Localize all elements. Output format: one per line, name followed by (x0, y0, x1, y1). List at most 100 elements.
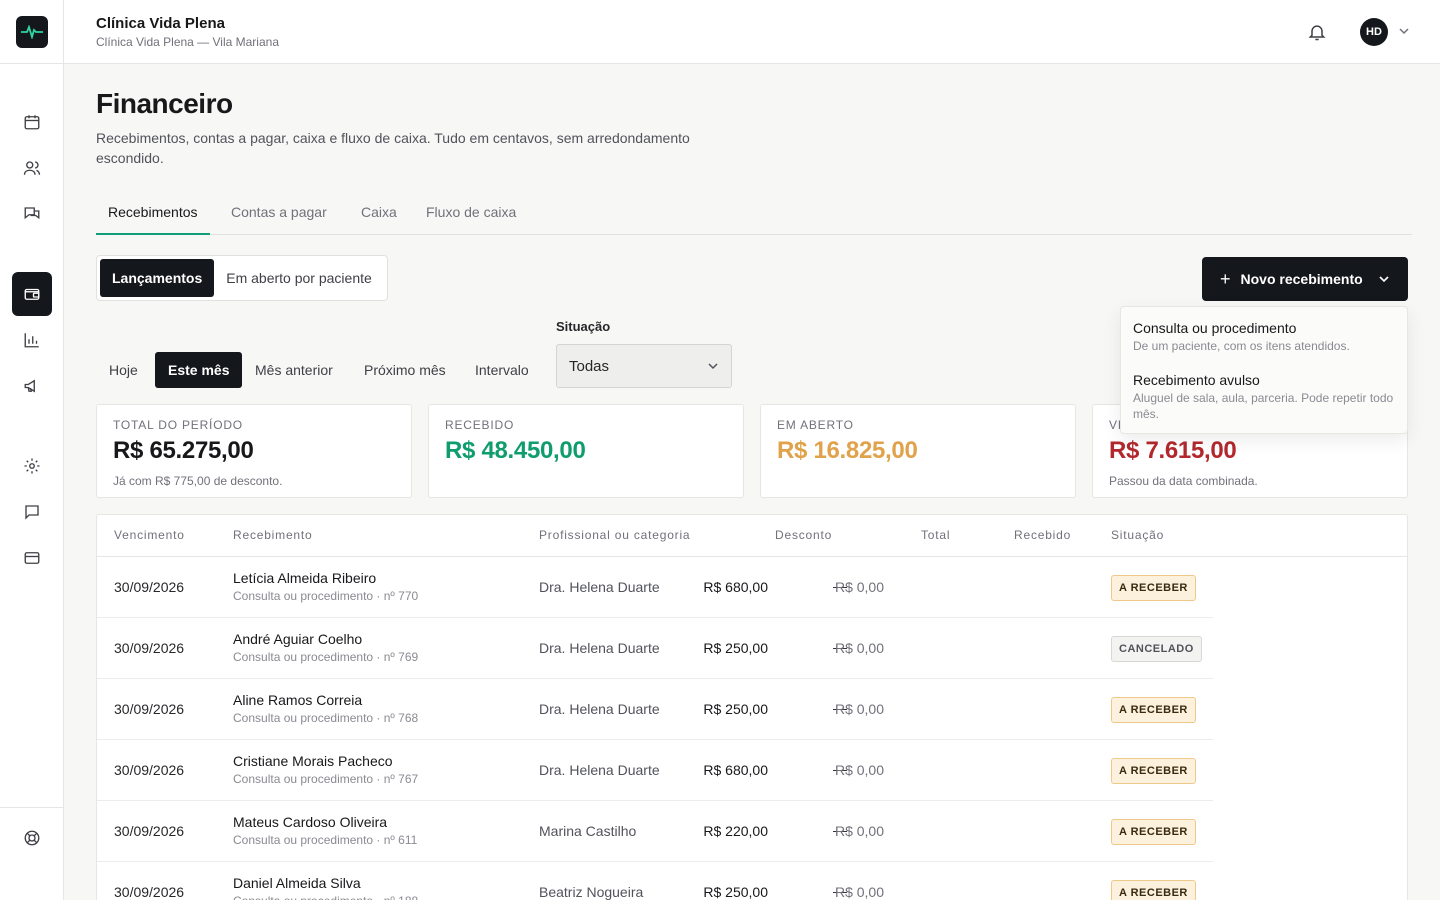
due-date: 30/09/2026 (114, 884, 185, 900)
card-note: Já com R$ 775,00 de desconto. (113, 474, 283, 488)
receipt-description: Consulta ou procedimento · nº 188 (233, 894, 418, 900)
user-avatar[interactable]: HD (1360, 18, 1388, 46)
plus-icon: + (1220, 268, 1231, 289)
finance-tabs: Recebimentos Contas a pagar Caixa Fluxo … (96, 190, 1412, 235)
new-receipt-menu: Consulta ou procedimento De um paciente,… (1120, 306, 1408, 434)
message-icon[interactable] (12, 492, 52, 532)
patient-name[interactable]: Daniel Almeida Silva (233, 875, 361, 891)
menu-item-title: Consulta ou procedimento (1133, 320, 1297, 336)
receipt-description: Consulta ou procedimento · nº 769 (233, 650, 419, 664)
column-header[interactable]: Situação (1111, 515, 1164, 556)
card-icon[interactable] (12, 538, 52, 578)
tab-caixa[interactable]: Caixa (349, 190, 409, 235)
status-badge: A RECEBER (1111, 697, 1196, 723)
tab-fluxo-de-caixa[interactable]: Fluxo de caixa (414, 190, 528, 235)
situacao-value: Todas (569, 357, 610, 375)
due-date: 30/09/2026 (114, 701, 185, 717)
chevron-down-icon (708, 363, 718, 370)
menu-item-consulta[interactable]: Consulta ou procedimento De um paciente,… (1133, 320, 1397, 354)
status-badge: CANCELADO (1111, 636, 1202, 662)
table-row[interactable]: 30/09/2026 Letícia Almeida Ribeiro Consult… (97, 557, 1213, 618)
help-icon[interactable] (12, 818, 52, 858)
due-date: 30/09/2026 (114, 579, 185, 595)
gear-icon[interactable] (12, 446, 52, 486)
calendar-icon[interactable] (12, 102, 52, 142)
new-receipt-button[interactable]: + Novo recebimento (1202, 257, 1408, 301)
table-row[interactable]: 30/09/2026 Aline Ramos Correia Consulta ou… (97, 679, 1213, 740)
due-date: 30/09/2026 (114, 762, 185, 778)
received-amount: R$ 0,00 (834, 884, 884, 900)
chevron-down-icon[interactable] (1398, 25, 1410, 37)
column-header[interactable]: Vencimento (114, 515, 185, 556)
professional: Marina Castilho (539, 823, 637, 839)
menu-item-avulso[interactable]: Recebimento avulso Aluguel de sala, aula… (1133, 372, 1397, 422)
received-amount: R$ 0,00 (834, 701, 884, 717)
total-amount: R$ 220,00 (703, 823, 768, 839)
status-badge: A RECEBER (1111, 758, 1196, 784)
chevron-down-icon (1379, 276, 1389, 283)
clinic-name: Clínica Vida Plena (96, 15, 225, 32)
table-row[interactable]: 30/09/2026 André Aguiar Coelho Consulta ou… (97, 618, 1213, 679)
menu-item-subtitle: De um paciente, com os itens atendidos. (1133, 339, 1350, 353)
sidebar-divider (0, 63, 64, 64)
professional: Dra. Helena Duarte (539, 762, 660, 778)
receipts-table: Vencimento Recebimento Profissional ou c… (96, 514, 1408, 900)
patient-name[interactable]: Letícia Almeida Ribeiro (233, 570, 376, 586)
patient-name[interactable]: Mateus Cardoso Oliveira (233, 814, 387, 830)
card-value: R$ 65.275,00 (113, 437, 254, 464)
column-header[interactable]: Total (921, 515, 950, 556)
patient-name[interactable]: Aline Ramos Correia (233, 692, 362, 708)
patient-name[interactable]: Cristiane Morais Pacheco (233, 753, 393, 769)
period-este-mes[interactable]: Este mês (155, 352, 243, 388)
chat-icon[interactable] (12, 194, 52, 234)
menu-item-subtitle: Aluguel de sala, aula, parceria. Pode re… (1133, 391, 1394, 421)
table-row[interactable]: 30/09/2026 Daniel Almeida Silva Consulta o… (97, 862, 1213, 900)
receipt-description: Consulta ou procedimento · nº 768 (233, 711, 419, 725)
situacao-select[interactable]: Todas (556, 344, 732, 388)
tab-recebimentos[interactable]: Recebimentos (96, 190, 210, 235)
total-amount: R$ 680,00 (703, 762, 768, 778)
received-amount: R$ 0,00 (834, 640, 884, 656)
chart-icon[interactable] (12, 320, 52, 360)
status-badge: A RECEBER (1111, 880, 1196, 900)
bell-icon[interactable] (1307, 22, 1327, 42)
card-value: R$ 16.825,00 (777, 437, 918, 464)
card-label: Total do período (113, 418, 243, 432)
app-logo[interactable] (16, 16, 48, 48)
wallet-icon[interactable] (12, 272, 52, 316)
column-header[interactable]: Profissional ou categoria (539, 515, 690, 556)
sidebar-divider (0, 807, 64, 808)
tab-contas-a-pagar[interactable]: Contas a pagar (219, 190, 339, 235)
pulse-icon (21, 25, 43, 39)
segment-lancamentos[interactable]: Lançamentos (100, 259, 215, 297)
card-value: R$ 48.450,00 (445, 437, 586, 464)
column-header[interactable]: Desconto (775, 515, 832, 556)
users-icon[interactable] (12, 148, 52, 188)
page-title: Financeiro (96, 88, 233, 119)
table-row[interactable]: 30/09/2026 Cristiane Morais Pacheco Consul… (97, 740, 1213, 801)
column-header[interactable]: Recebido (1014, 515, 1071, 556)
segment-em-aberto[interactable]: Em aberto por paciente (214, 259, 384, 297)
table-row[interactable]: 30/09/2026 Mateus Cardoso Oliveira Consult… (97, 801, 1213, 862)
received-amount: R$ 0,00 (834, 823, 884, 839)
received-amount: R$ 0,00 (834, 762, 884, 778)
receipt-description: Consulta ou procedimento · nº 611 (233, 833, 418, 847)
period-intervalo[interactable]: Intervalo (462, 352, 542, 388)
megaphone-icon[interactable] (12, 366, 52, 406)
patient-name[interactable]: André Aguiar Coelho (233, 631, 362, 647)
new-receipt-label: Novo recebimento (1240, 271, 1363, 287)
page-description: Recebimentos, contas a pagar, caixa e fl… (96, 130, 690, 166)
due-date: 30/09/2026 (114, 823, 185, 839)
professional: Dra. Helena Duarte (539, 640, 660, 656)
received-amount: R$ 0,00 (834, 579, 884, 595)
column-header[interactable]: Recebimento (233, 515, 313, 556)
professional: Dra. Helena Duarte (539, 579, 660, 595)
card-em-aberto: Em aberto R$ 16.825,00 (760, 404, 1076, 498)
professional: Beatriz Nogueira (539, 884, 644, 900)
status-badge: A RECEBER (1111, 575, 1196, 601)
period-hoje[interactable]: Hoje (96, 352, 151, 388)
period-mes-anterior[interactable]: Mês anterior (242, 352, 346, 388)
period-proximo-mes[interactable]: Próximo mês (351, 352, 459, 388)
menu-item-title: Recebimento avulso (1133, 372, 1260, 388)
professional: Dra. Helena Duarte (539, 701, 660, 717)
